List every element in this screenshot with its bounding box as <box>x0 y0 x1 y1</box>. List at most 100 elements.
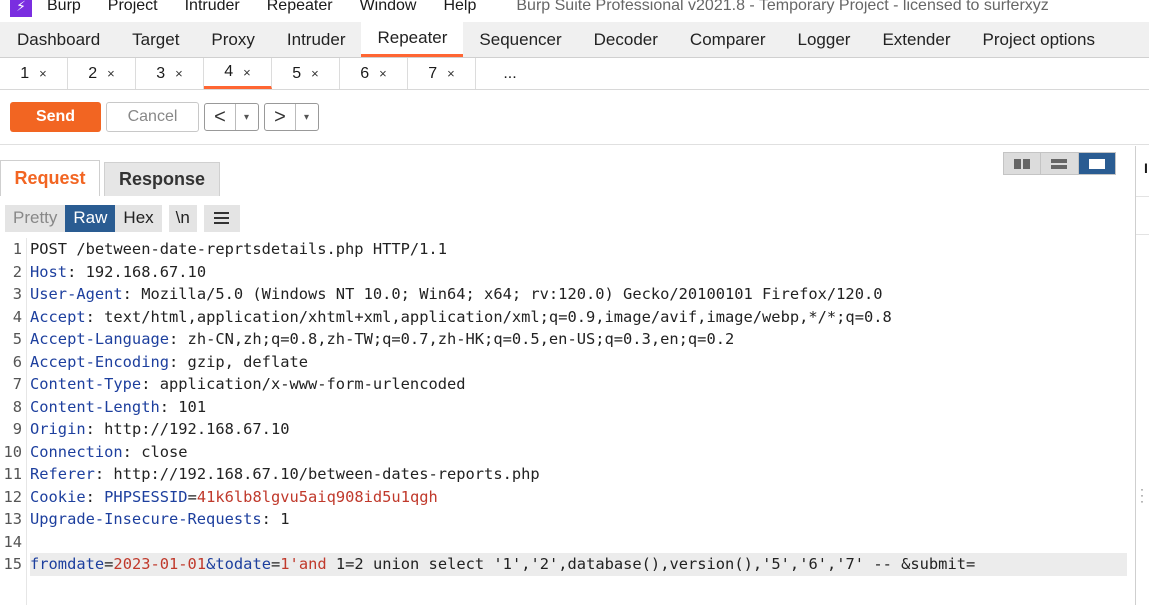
header-sep: : <box>141 375 160 393</box>
tab-comparer[interactable]: Comparer <box>674 22 782 57</box>
tab-project-options[interactable]: Project options <box>967 22 1111 57</box>
header-value: 1 <box>280 510 290 528</box>
request-line: 8 Content-Length: 101 <box>0 396 1135 419</box>
header-sep: : <box>85 307 105 326</box>
close-icon[interactable]: × <box>243 65 251 80</box>
repeater-tab-1[interactable]: 1 × <box>0 58 68 89</box>
hamburger-menu-icon[interactable] <box>203 204 240 232</box>
forward-arrow-icon[interactable]: > <box>265 104 295 130</box>
param-name: fromdate <box>30 555 105 573</box>
tab-repeater[interactable]: Repeater <box>361 22 464 57</box>
menu-window[interactable]: Window <box>360 0 417 15</box>
header-name: Host <box>30 262 68 281</box>
menu-bar: ⚡ Burp Project Intruder Repeater Window … <box>0 0 1149 22</box>
cancel-button[interactable]: Cancel <box>106 102 199 132</box>
close-icon[interactable]: × <box>311 66 319 81</box>
menu-project[interactable]: Project <box>108 0 158 15</box>
history-back-group: < ▾ <box>204 103 259 131</box>
line-number: 12 <box>3 487 22 506</box>
header-sep: : <box>85 487 105 506</box>
param-value: 2023-01-01 <box>113 555 207 573</box>
close-icon[interactable]: × <box>447 66 455 81</box>
header-value: close <box>141 442 188 461</box>
line-content: Content-Type: application/x-www-form-url… <box>30 373 1127 396</box>
request-line: 5 Accept-Language: zh-CN,zh;q=0.8,zh-TW;q… <box>0 328 1135 351</box>
repeater-tab-label: 4 <box>224 63 234 80</box>
header-name: Content-Type <box>30 375 142 393</box>
request-line: 11 Referer: http://192.168.67.10/between-… <box>0 463 1135 486</box>
repeater-tab-7[interactable]: 7 × <box>408 58 476 89</box>
view-raw-button[interactable]: Raw <box>65 204 116 232</box>
repeater-tab-6[interactable]: 6 × <box>340 58 408 89</box>
window-title: Burp Suite Professional v2021.8 - Tempor… <box>516 0 1049 14</box>
header-value: 192.168.67.10 <box>85 262 207 281</box>
drag-handle-icon[interactable]: · · · <box>1140 483 1144 507</box>
header-sep: : <box>122 285 142 303</box>
tab-dashboard[interactable]: Dashboard <box>0 22 116 57</box>
tab-sequencer[interactable]: Sequencer <box>463 22 577 57</box>
repeater-tab-5[interactable]: 5 × <box>272 58 340 89</box>
request-line: 6 Accept-Encoding: gzip, deflate <box>0 351 1135 374</box>
header-sep: : <box>261 510 281 528</box>
header-name: Accept <box>30 307 86 326</box>
line-content: Content-Length: 101 <box>30 396 1127 419</box>
split-rows-icon[interactable] <box>1041 153 1079 174</box>
header-value: application/x-www-form-urlencoded <box>159 375 466 393</box>
view-pretty-button[interactable]: Pretty <box>5 204 66 232</box>
new-tab-button[interactable]: ... <box>476 58 544 89</box>
menu-help[interactable]: Help <box>443 0 476 15</box>
header-value: Mozilla/5.0 (Windows NT 10.0; Win64; x64… <box>141 285 883 303</box>
view-hex-button[interactable]: Hex <box>115 204 162 232</box>
request-line: 4 Accept: text/html,application/xhtml+xml… <box>0 306 1135 329</box>
line-number: 8 <box>12 397 22 416</box>
line-content: Accept: text/html,application/xhtml+xml,… <box>30 306 1127 329</box>
menu-repeater[interactable]: Repeater <box>267 0 333 15</box>
request-line: 15 fromdate=2023-01-01&todate=1'and 1=2 u… <box>0 553 1135 576</box>
back-arrow-icon[interactable]: < <box>205 104 235 130</box>
close-icon[interactable]: × <box>379 66 387 81</box>
header-value: gzip, deflate <box>187 352 309 371</box>
single-pane-icon[interactable] <box>1078 153 1115 174</box>
send-button[interactable]: Send <box>10 102 101 132</box>
tab-extender[interactable]: Extender <box>866 22 966 57</box>
repeater-tab-2[interactable]: 2 × <box>68 58 136 89</box>
chevron-down-icon[interactable]: ▾ <box>235 104 257 130</box>
repeater-tab-3[interactable]: 3 × <box>136 58 204 89</box>
header-value: zh-CN,zh;q=0.8,zh-TW;q=0.7,zh-HK;q=0.5,e… <box>187 330 735 348</box>
newline-toggle-button[interactable]: \n <box>168 204 197 232</box>
tab-target[interactable]: Target <box>116 22 195 57</box>
request-editor[interactable]: 1 POST /between-date-reprtsdetails.php HT… <box>0 238 1135 605</box>
chevron-down-icon[interactable]: ▾ <box>295 104 317 130</box>
line-number: 9 <box>12 420 22 438</box>
tab-request[interactable]: Request <box>0 160 100 196</box>
tab-proxy[interactable]: Proxy <box>195 22 270 57</box>
repeater-tab-4[interactable]: 4 × <box>204 58 272 89</box>
divider <box>1136 234 1149 235</box>
close-icon[interactable]: × <box>39 66 47 81</box>
request-line: 14 <box>0 531 1135 554</box>
line-number: 14 <box>3 532 22 551</box>
header-name: Accept-Language <box>30 330 169 348</box>
menu-intruder[interactable]: Intruder <box>185 0 240 15</box>
repeater-tab-label: 6 <box>360 64 370 82</box>
header-sep: : <box>169 330 188 348</box>
tab-decoder[interactable]: Decoder <box>578 22 674 57</box>
split-columns-icon[interactable] <box>1004 153 1042 174</box>
request-line: 12 Cookie: PHPSESSID=41k6lb8lgvu5aiq908id… <box>0 486 1135 509</box>
header-name: Upgrade-Insecure-Requests <box>30 510 262 528</box>
tab-logger[interactable]: Logger <box>782 22 867 57</box>
close-icon[interactable]: × <box>175 66 183 81</box>
inspector-label[interactable]: I <box>1144 160 1148 176</box>
cookie-value: 41k6lb8lgvu5aiq908id5u1qgh <box>196 487 438 506</box>
tab-response[interactable]: Response <box>104 162 220 196</box>
line-content: Connection: close <box>30 441 1127 464</box>
line-number: 13 <box>3 510 22 528</box>
view-mode-bar: Pretty Raw Hex \n <box>0 204 240 232</box>
line-content: Referer: http://192.168.67.10/between-da… <box>30 463 1127 486</box>
menu-burp[interactable]: Burp <box>47 0 81 15</box>
header-name: Connection <box>30 442 123 461</box>
tab-intruder[interactable]: Intruder <box>271 22 362 57</box>
close-icon[interactable]: × <box>107 66 115 81</box>
line-content: Host: 192.168.67.10 <box>30 261 1127 284</box>
param-name: todate <box>215 555 271 573</box>
